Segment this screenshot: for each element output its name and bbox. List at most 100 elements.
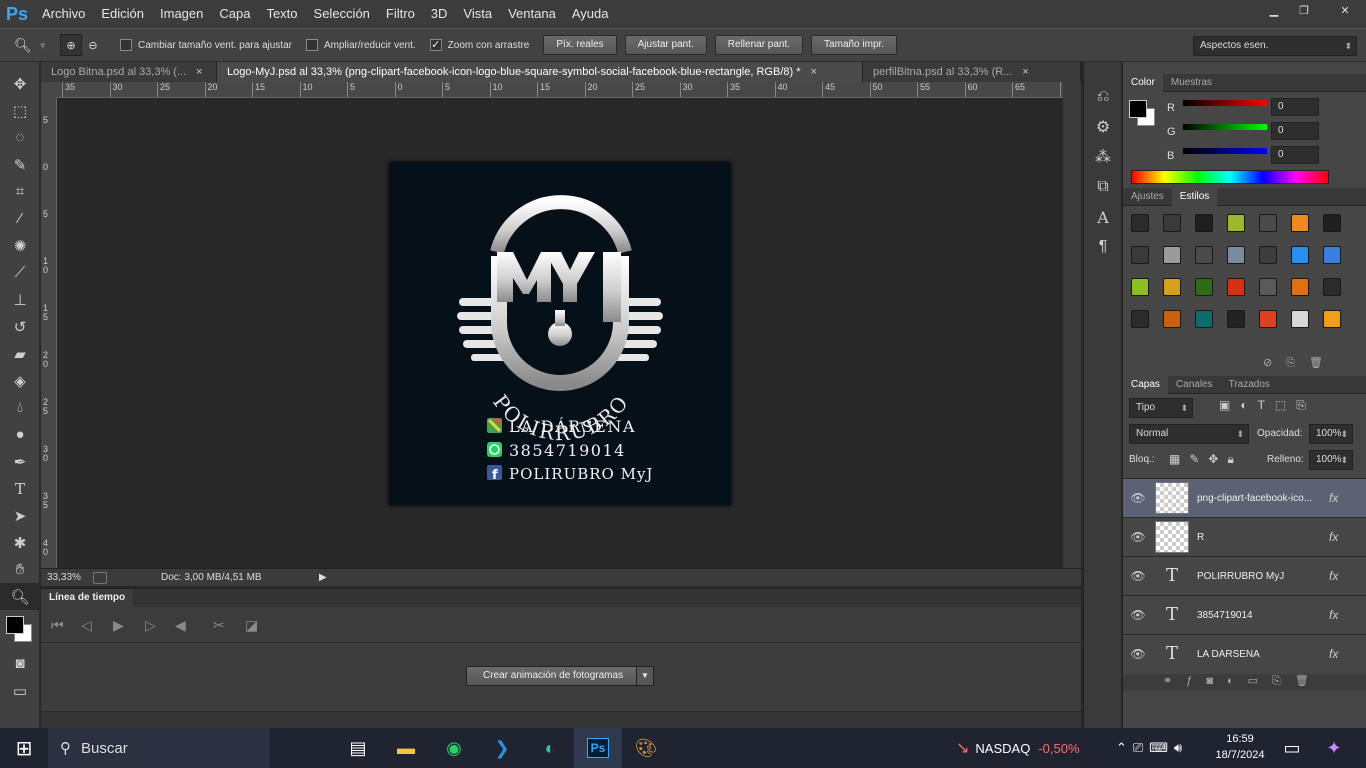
system-tray-icons[interactable]: ⌃⎚⌨🔊︎ [1116, 728, 1188, 768]
g-value[interactable]: 0 [1271, 122, 1319, 140]
b-slider[interactable] [1183, 148, 1267, 154]
split-icon[interactable]: ✂ [213, 617, 225, 634]
paragraph-icon[interactable]: ¶ [1084, 232, 1122, 262]
tab-channels[interactable]: Canales [1168, 376, 1221, 394]
workspace-dropdown[interactable]: Aspectos esen. [1193, 36, 1357, 56]
r-value[interactable]: 0 [1271, 98, 1319, 116]
style-swatch[interactable] [1259, 246, 1277, 264]
blend-mode-dropdown[interactable]: Normal [1129, 424, 1249, 444]
style-swatch[interactable] [1291, 278, 1309, 296]
style-swatch[interactable] [1227, 310, 1245, 328]
visibility-eye-icon[interactable]: 👁︎ [1123, 608, 1153, 622]
menu-capa[interactable]: Capa [211, 0, 258, 28]
layer-effects-icon[interactable]: fx [1329, 647, 1338, 661]
zoom-out-icon[interactable]: ⊖ [82, 39, 104, 52]
tab-logo-bitna[interactable]: Logo Bitna.psd al 33,3% (... × [41, 62, 217, 82]
style-swatch[interactable] [1131, 214, 1149, 232]
layer-actions-bar[interactable]: ⚭ƒ◙◐▭⎘🗑︎ [1123, 674, 1366, 690]
layer-row[interactable]: 👁︎ Rfx [1123, 518, 1366, 557]
visibility-eye-icon[interactable]: 👁︎ [1123, 530, 1153, 544]
document-canvas[interactable]: POLIRRUBRO LA DÁRSENA 3854719014 f POLIR… [389, 162, 731, 505]
create-animation-button[interactable]: Crear animación de fotogramas [466, 666, 641, 686]
menu-seleccion[interactable]: Selección [306, 0, 378, 28]
windows-start-icon[interactable]: ⊞ [0, 728, 48, 768]
style-swatch[interactable] [1163, 278, 1181, 296]
task-view-icon[interactable]: ▤ [334, 728, 382, 768]
layer-row[interactable]: 👁︎ T LA DÁRSENA fx [1123, 635, 1366, 672]
close-tab-icon[interactable]: × [811, 66, 817, 78]
notifications-icon[interactable]: ▭ [1270, 728, 1314, 768]
layer-filter-dropdown[interactable]: Tipo [1129, 398, 1193, 418]
dodge-tool-icon[interactable]: ● [0, 421, 40, 448]
type-tool-icon[interactable]: T [0, 475, 40, 502]
pen-tool-icon[interactable]: ✒ [0, 448, 40, 475]
lock-icons[interactable]: ▦✎✥🔒︎ [1169, 452, 1243, 467]
clone-stamp-tool-icon[interactable]: ⊥ [0, 286, 40, 313]
layer-row[interactable]: 👁︎ T 3854719014 fx [1123, 596, 1366, 635]
marquee-tool-icon[interactable]: ⬚ [0, 97, 40, 124]
color-swatches[interactable] [0, 610, 39, 650]
tab-paths[interactable]: Trazados [1221, 376, 1278, 394]
style-swatch[interactable] [1195, 246, 1213, 264]
color-spectrum[interactable] [1131, 170, 1329, 184]
style-swatch[interactable] [1131, 246, 1149, 264]
transition-icon[interactable]: ◪ [245, 617, 258, 634]
print-size-button[interactable]: Tamaño impr. [811, 35, 898, 55]
fill-screen-button[interactable]: Rellenar pant. [714, 35, 804, 55]
r-slider[interactable] [1183, 100, 1267, 106]
visibility-eye-icon[interactable]: 👁︎ [1123, 491, 1153, 505]
zoom-tool-icon[interactable]: 🔍︎ [14, 37, 40, 54]
brush-tool-icon[interactable]: ⟋ [0, 259, 40, 286]
g-slider[interactable] [1183, 124, 1267, 130]
tab-swatches[interactable]: Muestras [1163, 74, 1220, 92]
gradient-tool-icon[interactable]: ◈ [0, 367, 40, 394]
status-arrow-icon[interactable]: ▶ [319, 572, 327, 583]
layer-effects-icon[interactable]: fx [1329, 491, 1338, 505]
menu-archivo[interactable]: Archivo [34, 0, 93, 28]
style-swatch[interactable] [1163, 214, 1181, 232]
lasso-tool-icon[interactable]: ◌ [0, 124, 40, 151]
style-swatch[interactable] [1259, 310, 1277, 328]
layer-effects-icon[interactable]: fx [1329, 608, 1338, 622]
fit-screen-button[interactable]: Ajustar pant. [624, 35, 707, 55]
style-swatch[interactable] [1291, 246, 1309, 264]
layer-filter-icons[interactable]: ▣◐T⬚⎘ [1219, 398, 1316, 413]
close-tab-icon[interactable]: × [196, 66, 202, 78]
tab-color[interactable]: Color [1123, 73, 1163, 92]
scrubby-zoom-checkbox[interactable]: Zoom con arrastre [429, 39, 529, 51]
play-icon[interactable]: ▶ [113, 617, 124, 634]
layer-name[interactable]: png-clipart-facebook-ico... [1197, 493, 1323, 504]
status-options-icon[interactable] [93, 571, 107, 584]
menu-edicion[interactable]: Edición [93, 0, 152, 28]
whatsapp-icon[interactable]: ◉ [430, 728, 478, 768]
styles-footer[interactable]: ⊘⎘🗑︎ [1263, 356, 1337, 370]
layer-name[interactable]: POLIRRUBRO MyJ [1197, 571, 1323, 582]
character-icon[interactable]: A [1084, 202, 1122, 232]
vscode-icon[interactable]: ❯ [478, 728, 526, 768]
layer-comps-icon[interactable]: ⧉ [1084, 172, 1122, 202]
canvas-scrollbar[interactable] [1063, 82, 1081, 568]
prev-frame-icon[interactable]: ◁ [81, 617, 92, 634]
layer-effects-icon[interactable]: fx [1329, 569, 1338, 583]
zoom-all-windows-checkbox[interactable]: Ampliar/reducir vent. [305, 39, 416, 51]
menu-texto[interactable]: Texto [258, 0, 305, 28]
photoshop-taskbar-icon[interactable]: Ps [574, 728, 622, 768]
foreground-color[interactable] [1129, 100, 1147, 118]
menu-imagen[interactable]: Imagen [152, 0, 211, 28]
close-icon[interactable]: ✕ [1330, 0, 1360, 20]
animation-dropdown-icon[interactable]: ▼ [636, 666, 654, 686]
hand-tool-icon[interactable]: ✋︎ [0, 556, 40, 583]
style-swatch[interactable] [1259, 214, 1277, 232]
style-swatch[interactable] [1323, 310, 1341, 328]
style-swatch[interactable] [1195, 310, 1213, 328]
close-tab-icon[interactable]: × [1022, 66, 1028, 78]
tab-logo-myj[interactable]: Logo-MyJ.psd al 33,3% (png-clipart-faceb… [217, 62, 863, 82]
fill-field[interactable]: 100% [1309, 450, 1353, 470]
menu-filtro[interactable]: Filtro [378, 0, 423, 28]
b-value[interactable]: 0 [1271, 146, 1319, 164]
quick-selection-tool-icon[interactable]: ✎ [0, 151, 40, 178]
layer-row[interactable]: 👁︎ T POLIRRUBRO MyJ fx [1123, 557, 1366, 596]
style-swatch[interactable] [1291, 310, 1309, 328]
menu-ventana[interactable]: Ventana [500, 0, 564, 28]
history-brush-tool-icon[interactable]: ↺ [0, 313, 40, 340]
